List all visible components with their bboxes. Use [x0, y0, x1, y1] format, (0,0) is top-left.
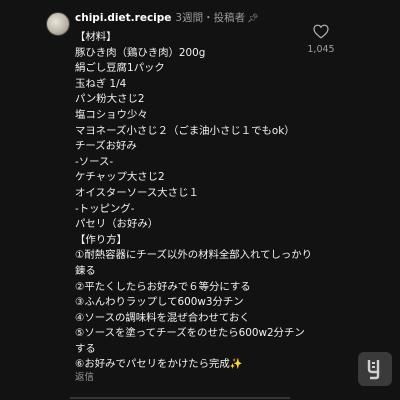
- author-tag: 投稿者: [213, 12, 246, 24]
- comment-line: ケチャップ大さじ2: [75, 171, 165, 184]
- heart-icon[interactable]: [313, 24, 329, 39]
- comment-line: -ソース-: [75, 155, 114, 168]
- comment-line: パン粉大さじ2: [75, 93, 145, 106]
- comment-line: オイスターソース大さじ１: [75, 186, 199, 199]
- separator: ・: [203, 12, 214, 24]
- pin-icon: 📌︎: [247, 14, 259, 24]
- comment-line: ②平たくしたらお好みで６等分にする: [75, 280, 251, 293]
- comment-line: チーズお好み: [75, 140, 137, 153]
- avatar[interactable]: [46, 12, 70, 36]
- username[interactable]: chipi.diet.recipe: [75, 12, 171, 24]
- next-comment-preview: [70, 392, 330, 400]
- comment-line: ⑥お好みでパセリをかけたら完成✨: [75, 358, 243, 371]
- like-count: 1,045: [307, 44, 335, 55]
- comment-line: 玉ねぎ 1/4: [75, 77, 127, 90]
- like-button[interactable]: [306, 24, 336, 39]
- comment: chipi.diet.recipe 3週間・投稿者 📌︎ 【材料】豚ひき肉（鶏ひき肉…: [0, 0, 400, 400]
- comment-line: ①耐熱容器にチーズ以外の材料全部入れてしっかり錬る: [75, 249, 313, 277]
- comment-line: パセリ（お好み）: [75, 218, 159, 231]
- comment-line: ③ふんわりラップして600w3分チン: [75, 296, 244, 309]
- comment-line: 絹ごし豆腐1パック: [75, 62, 165, 75]
- timestamp: 3週間: [175, 12, 204, 24]
- reply-button[interactable]: 返信: [75, 369, 94, 383]
- comment-line: 塩コショウ少々: [75, 108, 148, 121]
- comment-header: chipi.diet.recipe 3週間・投稿者 📌︎: [75, 11, 259, 26]
- comment-line: -トッピング-: [75, 202, 135, 215]
- comment-line: ④ソースの調味料を混ぜ合わせておく: [75, 311, 250, 324]
- comment-line: ⑤ソースを塗ってチーズをのせたら600w2分チンする: [75, 327, 305, 355]
- comment-line: 【作り方】: [75, 233, 127, 246]
- comment-body: 【材料】豚ひき肉（鶏ひき肉）200g 絹ごし豆腐1パック 玉ねぎ 1/4 パン粉大さじ…: [75, 30, 315, 373]
- comment-line: マヨネーズ小さじ２（ごま油小さじ１でもok）: [75, 124, 295, 137]
- comment-line: 【材料】: [75, 31, 117, 43]
- logo-watermark: [358, 352, 392, 386]
- watermark-glyph: [367, 360, 380, 380]
- comment-line: 豚ひき肉（鶏ひき肉）200g: [75, 46, 206, 59]
